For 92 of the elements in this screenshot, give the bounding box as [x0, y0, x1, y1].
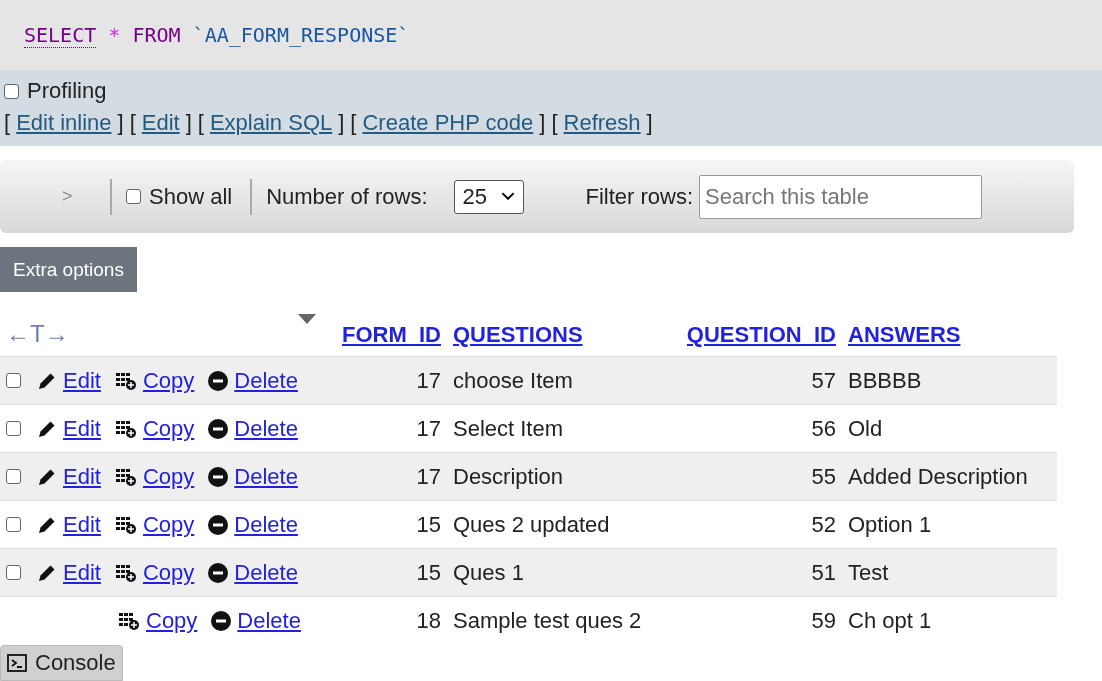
delete-link[interactable]: Delete [234, 511, 298, 538]
table-cell: Added Description [848, 463, 1028, 489]
delete-link[interactable]: Delete [234, 559, 298, 586]
delete-icon [208, 466, 229, 487]
column-toggle[interactable]: ←T→ [6, 320, 69, 347]
delete-icon [211, 610, 232, 631]
bracket-text: ] [646, 110, 653, 136]
column-header[interactable]: QUESTION_ID [686, 322, 836, 347]
column-header[interactable]: ANSWERS [848, 322, 961, 347]
delete-icon [208, 514, 229, 535]
copy-link[interactable]: Copy [142, 559, 195, 586]
table-cell: 15 [416, 511, 441, 537]
table-cell: 55 [811, 463, 836, 489]
copy-rows-icon [118, 610, 140, 631]
copy-rows-icon [114, 466, 137, 487]
table-cell: Ch opt 1 [848, 607, 932, 633]
edit-link[interactable]: Edit [63, 463, 101, 490]
row-checkbox[interactable] [6, 373, 21, 388]
row-checkbox[interactable] [6, 421, 21, 436]
table-cell: 15 [416, 559, 441, 585]
edit-link[interactable]: Edit [63, 367, 101, 394]
table-cell: Option 1 [848, 511, 932, 537]
table-cell: 17 [416, 367, 441, 393]
query-action-link[interactable]: Refresh [563, 110, 641, 136]
table-cell: 17 [416, 415, 441, 441]
query-action-link[interactable]: Edit inline [16, 110, 112, 136]
table-cell: 56 [811, 415, 836, 441]
copy-rows-icon [114, 562, 137, 583]
column-header[interactable]: QUESTIONS [453, 322, 583, 347]
rows-label: Number of rows: [266, 183, 428, 210]
bracket-text: ] [539, 110, 546, 136]
bracket-text: ] [185, 110, 192, 136]
table-cell: choose Item [453, 367, 573, 393]
table-cell: 57 [811, 367, 836, 393]
bracket-text: ] [117, 110, 124, 136]
table-cell: Ques 1 [453, 559, 524, 585]
table-cell: 51 [811, 559, 836, 585]
bracket-text: [ [551, 110, 558, 136]
row-checkbox[interactable] [6, 565, 21, 580]
edit-link[interactable]: Edit [63, 559, 101, 586]
delete-link[interactable]: Delete [237, 607, 301, 634]
delete-icon [208, 562, 229, 583]
copy-link[interactable]: Copy [142, 511, 195, 538]
copy-link[interactable]: Copy [142, 463, 195, 490]
query-action-link[interactable]: Edit [141, 110, 180, 136]
bracket-text: ] [338, 110, 345, 136]
rows-select[interactable]: 25 [453, 179, 524, 214]
chevron-down-icon [500, 192, 515, 201]
bracket-text: [ [350, 110, 357, 136]
row-checkbox[interactable] [6, 517, 21, 532]
table-cell: Select Item [453, 415, 564, 441]
console-button[interactable]: Console [0, 645, 123, 681]
table-cell: BBBBB [848, 367, 922, 393]
table-cell: Sample test ques 2 [453, 607, 642, 633]
query-action-link[interactable]: Create PHP code [362, 110, 534, 136]
filter-label: Filter rows: [585, 183, 694, 210]
delete-link[interactable]: Delete [234, 415, 298, 442]
edit-link[interactable]: Edit [63, 511, 101, 538]
extra-options-button[interactable]: Extra options [0, 247, 137, 292]
copy-link[interactable]: Copy [146, 607, 198, 634]
profiling-label: Profiling [27, 78, 107, 104]
profiling-checkbox[interactable] [4, 83, 19, 99]
copy-link[interactable]: Copy [142, 415, 195, 442]
filter-field[interactable]: Search this table [699, 174, 983, 219]
copy-rows-icon [114, 370, 137, 391]
copy-rows-icon [114, 514, 137, 535]
bracket-text: [ [197, 110, 204, 136]
table-cell: Description [453, 463, 564, 489]
sql-query: SELECT * FROM `AA_FORM_RESPONSE` [24, 23, 410, 47]
delete-link[interactable]: Delete [234, 463, 298, 490]
column-header[interactable]: FORM_ID [342, 322, 441, 347]
delete-icon [208, 418, 229, 439]
delete-link[interactable]: Delete [234, 367, 298, 394]
copy-rows-icon [114, 418, 137, 439]
show-all-label: Show all [149, 183, 233, 210]
table-cell: 18 [416, 607, 441, 633]
table-cell: Ques 2 updated [453, 511, 610, 537]
copy-link[interactable]: Copy [142, 367, 195, 394]
delete-icon [208, 370, 229, 391]
table-cell: Old [848, 415, 883, 441]
bracket-text: [ [4, 110, 11, 136]
table-cell: Test [848, 559, 889, 585]
table-cell: 59 [811, 607, 836, 633]
bracket-text: [ [129, 110, 136, 136]
query-action-link[interactable]: Explain SQL [209, 110, 333, 136]
table-cell: 17 [416, 463, 441, 489]
terminal-icon [7, 653, 27, 673]
sort-icon[interactable] [298, 314, 316, 324]
show-all-checkbox[interactable] [126, 189, 141, 204]
edit-link[interactable]: Edit [63, 415, 101, 442]
table-cell: 52 [811, 511, 836, 537]
row-checkbox[interactable] [6, 469, 21, 484]
